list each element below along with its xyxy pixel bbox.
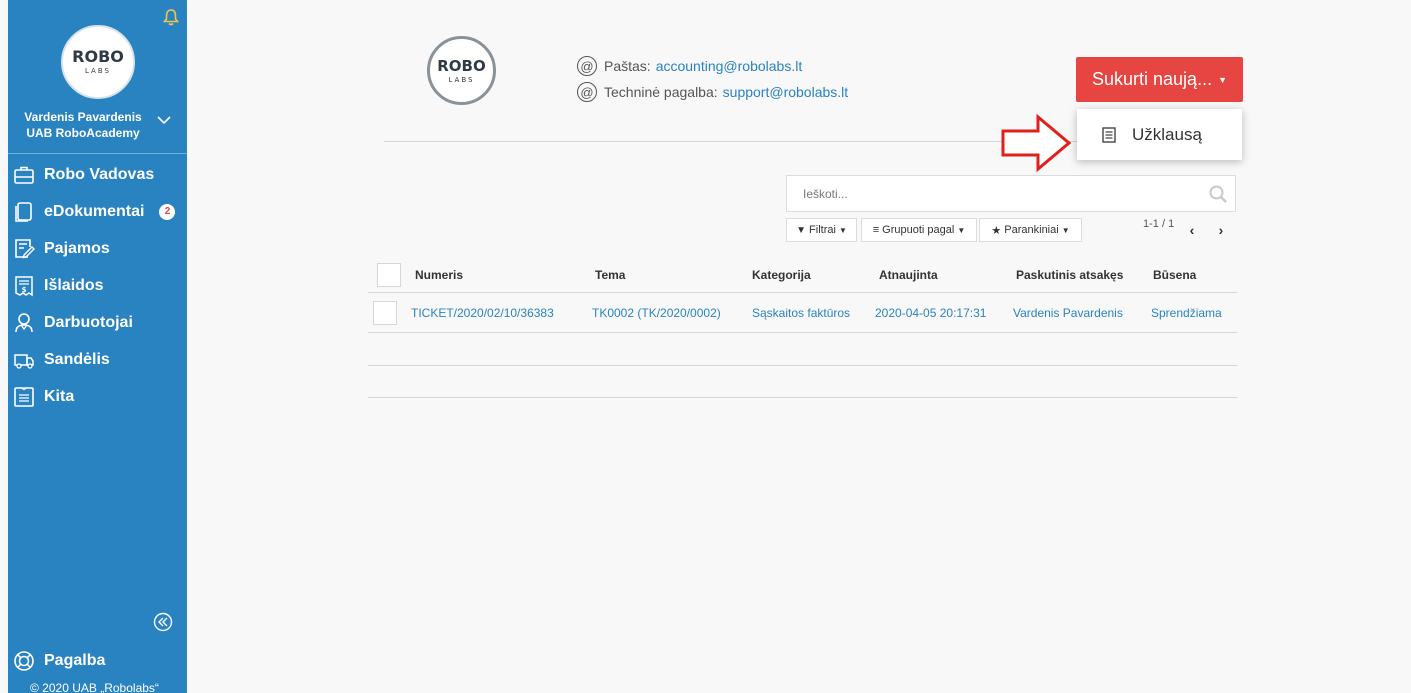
at-icon: @ bbox=[577, 56, 597, 76]
documents-icon bbox=[15, 201, 32, 222]
notification-badge: 2 bbox=[159, 203, 176, 220]
logo-text: ROBO bbox=[72, 47, 124, 66]
logo-text: ROBO bbox=[437, 56, 486, 75]
receipt-icon: $ bbox=[15, 275, 33, 296]
document-icon bbox=[1102, 126, 1116, 143]
col-header-kategorija[interactable]: Kategorija bbox=[752, 257, 811, 292]
cell-atnaujinta[interactable]: 2020-04-05 20:17:31 bbox=[875, 293, 986, 332]
cell-numeris[interactable]: TICKET/2020/02/10/36383 bbox=[411, 293, 554, 332]
user-name: Vardenis Pavardenis bbox=[24, 110, 142, 124]
logo-subtext: LABS bbox=[448, 75, 475, 84]
header-divider bbox=[384, 141, 1194, 142]
cell-tema[interactable]: TK0002 (TK/2020/0002) bbox=[592, 293, 721, 332]
cell-kategorija[interactable]: Sąskaitos faktūros bbox=[752, 293, 850, 332]
email-label: Paštas: bbox=[604, 58, 651, 74]
col-header-busena[interactable]: Būsena bbox=[1153, 257, 1196, 292]
sidebar-item-label: Darbuotojai bbox=[44, 313, 133, 331]
sidebar-item-robo-vadovas[interactable]: Robo Vadovas bbox=[8, 156, 187, 193]
group-icon: ≡ bbox=[872, 224, 880, 236]
sidebar-item-label: Robo Vadovas bbox=[44, 165, 155, 183]
sidebar-divider bbox=[8, 153, 187, 154]
sidebar-item-label: Išlaidos bbox=[44, 276, 104, 294]
support-link[interactable]: support@robolabs.lt bbox=[723, 84, 849, 100]
sidebar-item-sandelis[interactable]: Sandėlis bbox=[8, 341, 187, 378]
create-new-button[interactable]: Sukurti naują... ▼ bbox=[1076, 57, 1243, 102]
invoice-edit-icon bbox=[15, 238, 35, 258]
help-label: Pagalba bbox=[44, 652, 106, 669]
sidebar-item-kita[interactable]: Kita bbox=[8, 378, 187, 415]
col-header-numeris[interactable]: Numeris bbox=[415, 257, 463, 292]
help-link[interactable]: Pagalba bbox=[13, 650, 105, 672]
chevron-down-icon[interactable] bbox=[157, 112, 171, 130]
table-divider bbox=[368, 365, 1237, 366]
sidebar-menu: Robo Vadovas eDokumentai 2 Pajamos $ Išl… bbox=[8, 156, 187, 415]
sidebar-item-pajamos[interactable]: Pajamos bbox=[8, 230, 187, 267]
pager-value[interactable]: 1-1 / 1 bbox=[1143, 218, 1174, 230]
search-placeholder: Ieškoti... bbox=[803, 186, 848, 201]
caret-down-icon: ▼ bbox=[1061, 225, 1070, 235]
sidebar-item-label: Pajamos bbox=[44, 239, 110, 257]
favorites-button[interactable]: ★ Parankiniai ▼ bbox=[979, 218, 1082, 242]
bell-icon[interactable] bbox=[162, 8, 180, 31]
list-icon bbox=[14, 386, 34, 407]
at-icon: @ bbox=[577, 82, 597, 102]
select-all-checkbox[interactable] bbox=[377, 262, 401, 287]
table-row[interactable]: TICKET/2020/02/10/36383 TK0002 (TK/2020/… bbox=[368, 293, 1237, 333]
next-page-icon[interactable]: › bbox=[1210, 218, 1232, 242]
caret-down-icon: ▼ bbox=[1218, 74, 1227, 85]
cell-busena[interactable]: Sprendžiama bbox=[1151, 293, 1222, 332]
support-label: Techninė pagalba: bbox=[604, 84, 718, 100]
employee-icon bbox=[15, 312, 33, 332]
caret-down-icon: ▼ bbox=[838, 225, 847, 235]
header-logo: ROBO LABS bbox=[427, 36, 496, 105]
email-contact: @ Paštas: accounting@robolabs.lt bbox=[577, 56, 802, 76]
group-by-button[interactable]: ≡ Grupuoti pagal ▼ bbox=[861, 218, 977, 242]
sidebar-item-darbuotojai[interactable]: Darbuotojai bbox=[8, 304, 187, 341]
group-by-label: Grupuoti pagal bbox=[882, 224, 955, 236]
briefcase-icon bbox=[14, 166, 34, 184]
create-new-label: Sukurti naują... bbox=[1092, 69, 1213, 89]
sidebar-item-label: eDokumentai bbox=[44, 202, 145, 220]
truck-icon bbox=[14, 353, 34, 369]
email-link[interactable]: accounting@robolabs.lt bbox=[656, 58, 803, 74]
filters-label: Filtrai bbox=[809, 224, 836, 236]
table-header-row: Numeris Tema Kategorija Atnaujinta Pasku… bbox=[368, 257, 1237, 293]
company-name: UAB RoboAcademy bbox=[26, 126, 140, 140]
cell-paskutinis[interactable]: Vardenis Pavardenis bbox=[1013, 293, 1123, 332]
dropdown-item-label: Užklausą bbox=[1132, 124, 1202, 144]
col-header-atnaujinta[interactable]: Atnaujinta bbox=[879, 257, 938, 292]
sidebar: ROBO LABS Vardenis Pavardenis UAB RoboAc… bbox=[8, 0, 187, 693]
sidebar-item-islaidos[interactable]: $ Išlaidos bbox=[8, 267, 187, 304]
company-logo: ROBO LABS bbox=[61, 25, 135, 99]
svg-text:$: $ bbox=[22, 286, 27, 294]
dropdown-item-inquiry[interactable]: Užklausą bbox=[1077, 109, 1242, 160]
sidebar-item-edokumentai[interactable]: eDokumentai 2 bbox=[8, 193, 187, 230]
sidebar-item-label: Kita bbox=[44, 387, 75, 405]
annotation-arrow-icon bbox=[1001, 113, 1072, 173]
lifebuoy-icon bbox=[14, 651, 34, 671]
caret-down-icon: ▼ bbox=[957, 225, 966, 235]
collapse-sidebar-icon[interactable] bbox=[153, 612, 173, 632]
col-header-tema[interactable]: Tema bbox=[595, 257, 625, 292]
row-checkbox[interactable] bbox=[373, 300, 397, 325]
table-divider bbox=[368, 397, 1237, 398]
logo-subtext: LABS bbox=[85, 67, 111, 75]
tickets-table: Numeris Tema Kategorija Atnaujinta Pasku… bbox=[368, 257, 1237, 333]
user-info[interactable]: Vardenis Pavardenis UAB RoboAcademy bbox=[8, 109, 158, 141]
col-header-paskutinis[interactable]: Paskutinis atsakęs bbox=[1016, 257, 1123, 292]
star-icon: ★ bbox=[991, 224, 1002, 237]
filter-icon: ▼ bbox=[796, 224, 807, 236]
favorites-label: Parankiniai bbox=[1004, 224, 1059, 236]
copyright: © 2020 UAB „Robolabs“ bbox=[30, 681, 159, 693]
support-contact: @ Techninė pagalba: support@robolabs.lt bbox=[577, 82, 848, 102]
sidebar-item-label: Sandėlis bbox=[44, 350, 110, 368]
prev-page-icon[interactable]: ‹ bbox=[1181, 218, 1203, 242]
search-icon[interactable] bbox=[1209, 185, 1227, 206]
filters-button[interactable]: ▼ Filtrai ▼ bbox=[786, 218, 857, 242]
search-input[interactable]: Ieškoti... bbox=[786, 175, 1236, 212]
